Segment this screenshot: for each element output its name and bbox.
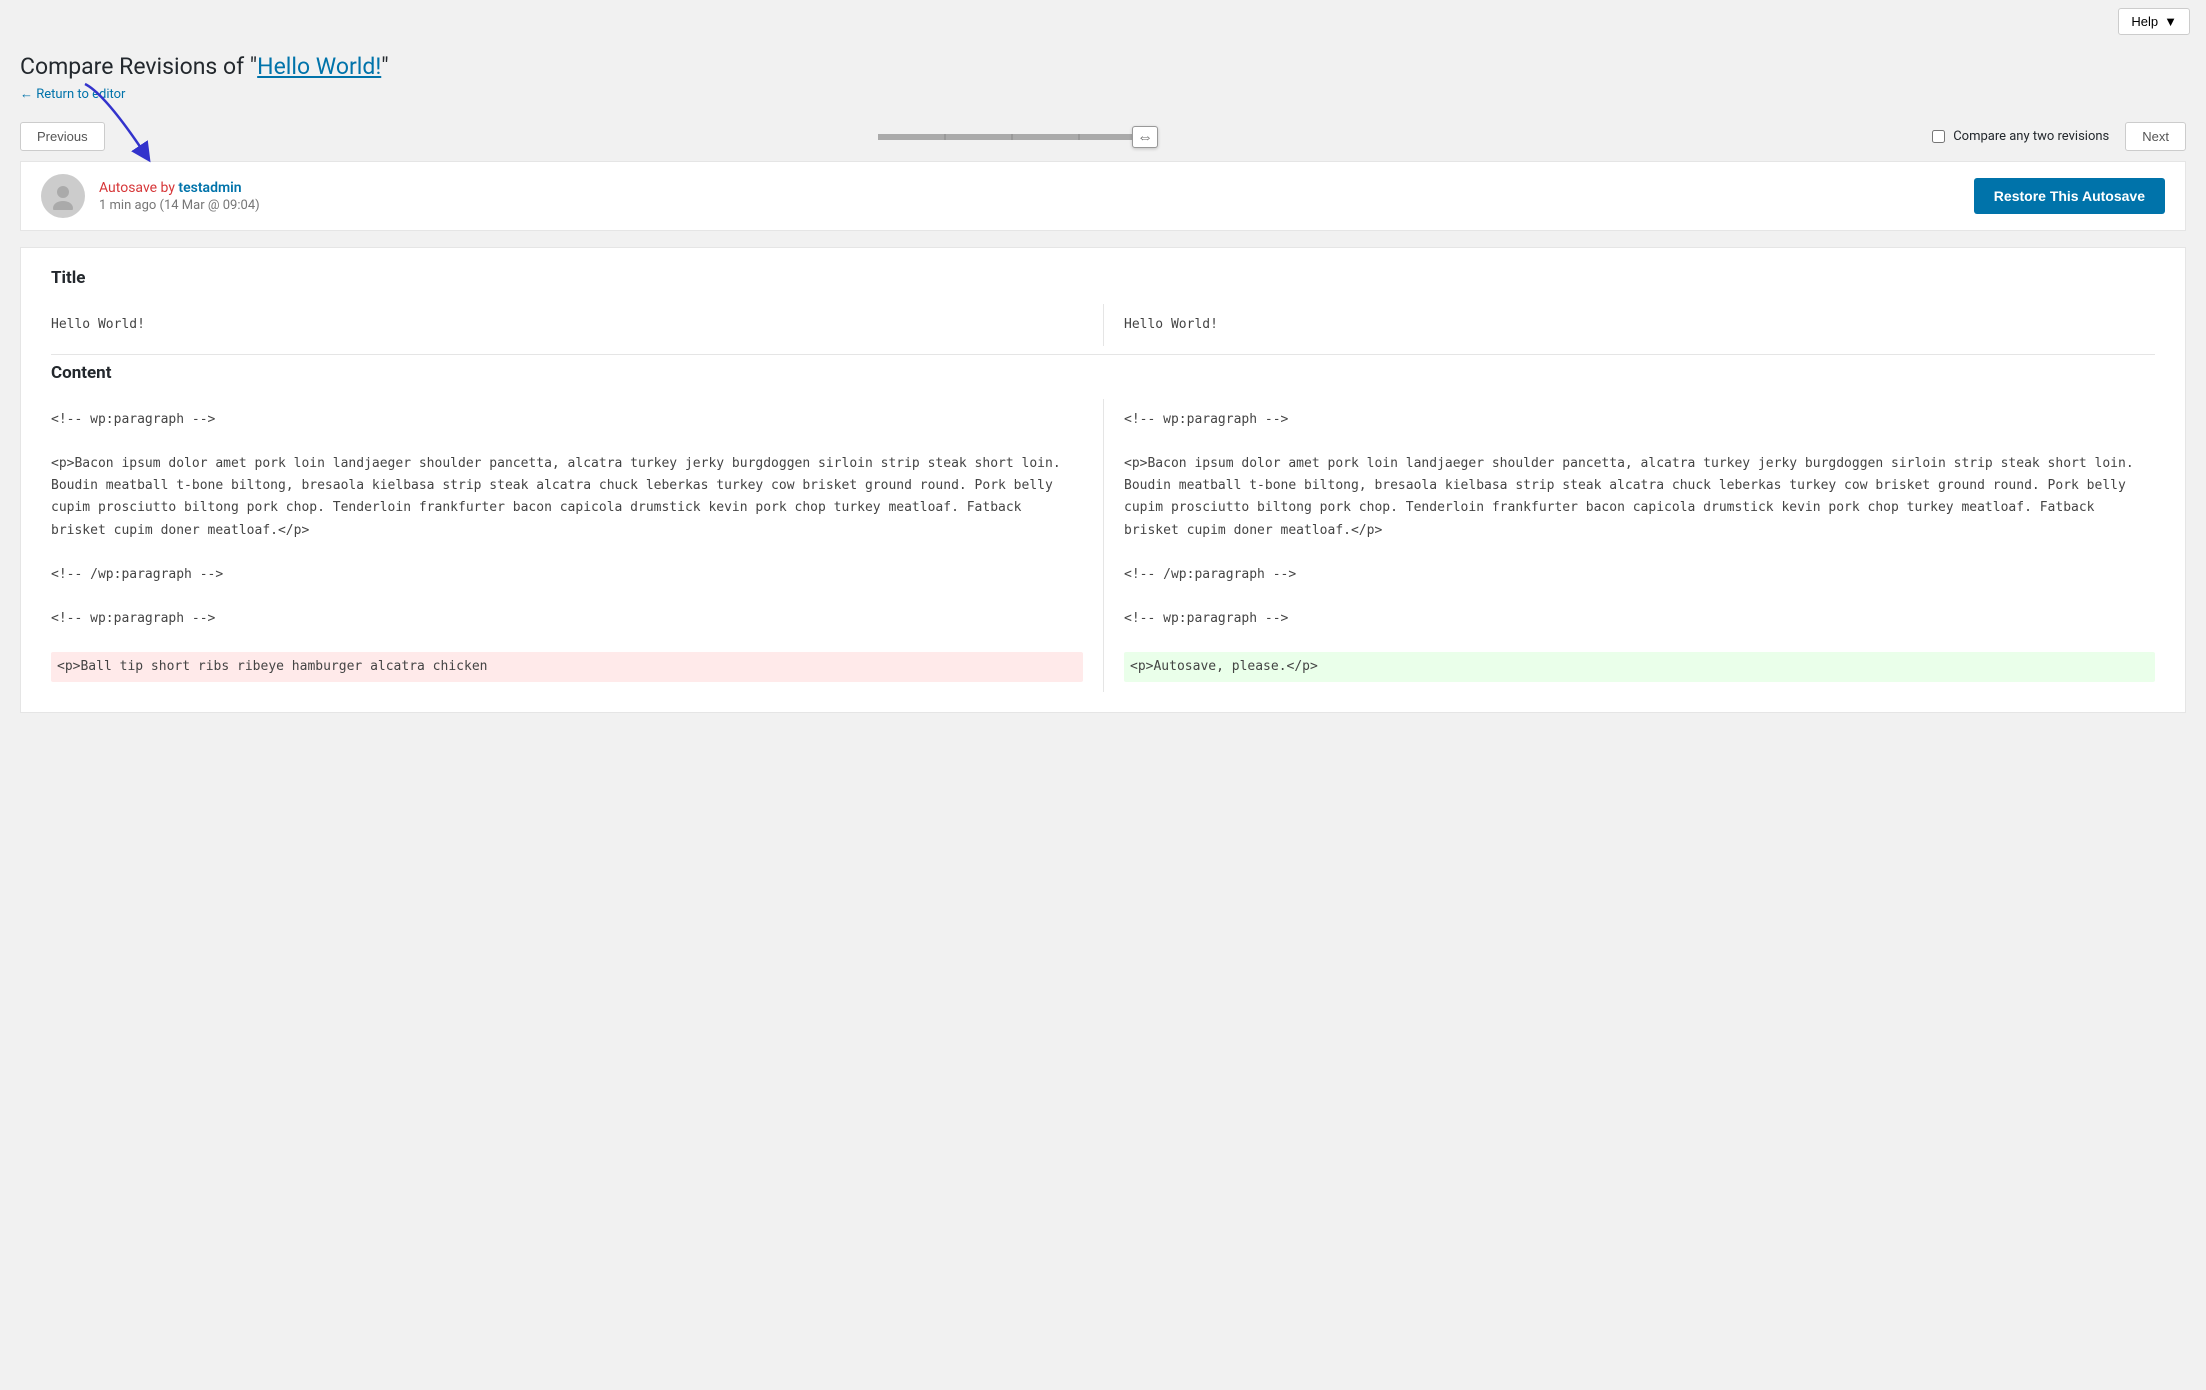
help-label: Help xyxy=(2131,14,2158,29)
time-info: 1 min ago (14 Mar @ 09:04) xyxy=(99,198,260,213)
revision-meta: Autosave by testadmin 1 min ago (14 Mar … xyxy=(99,180,260,213)
return-to-editor-link[interactable]: ← Return to editor xyxy=(20,87,125,102)
content-section-heading: Content xyxy=(51,363,2155,383)
autosave-label: Autosave by xyxy=(99,180,178,196)
next-button[interactable]: Next xyxy=(2125,122,2186,151)
diff-left-changed: <p>Ball tip short ribs ribeye hamburger … xyxy=(51,652,1083,682)
avatar xyxy=(41,174,85,218)
diff-left-title: Hello World! xyxy=(51,304,1103,346)
author-name: testadmin xyxy=(178,180,241,196)
revision-slider[interactable]: ⇔ xyxy=(818,134,1218,140)
compare-revisions-label[interactable]: Compare any two revisions xyxy=(1953,129,2109,144)
slider-handle[interactable]: ⇔ xyxy=(1132,126,1159,148)
revision-info-bar: Autosave by testadmin 1 min ago (14 Mar … xyxy=(20,161,2186,231)
post-title-link[interactable]: Hello World! xyxy=(257,53,381,80)
page-title: Compare Revisions of "Hello World!" xyxy=(20,53,2186,80)
compare-revisions-checkbox[interactable] xyxy=(1932,130,1945,143)
diff-container: Title Hello World! Hello World! Content … xyxy=(20,247,2186,713)
diff-right-changed: <p>Autosave, please.</p> xyxy=(1124,652,2155,682)
help-button[interactable]: Help ▼ xyxy=(2118,8,2190,35)
diff-right-content-1: <!-- wp:paragraph --> <p>Bacon ipsum dol… xyxy=(1103,399,2155,692)
compare-revisions-checkbox-area: Compare any two revisions xyxy=(1932,129,2109,144)
previous-button[interactable]: Previous xyxy=(20,122,105,151)
diff-left-content-1: <!-- wp:paragraph --> <p>Bacon ipsum dol… xyxy=(51,399,1103,692)
chevron-down-icon: ▼ xyxy=(2164,14,2177,29)
diff-right-title: Hello World! xyxy=(1103,304,2155,346)
restore-autosave-button[interactable]: Restore This Autosave xyxy=(1974,178,2165,214)
title-section-heading: Title xyxy=(51,268,2155,288)
